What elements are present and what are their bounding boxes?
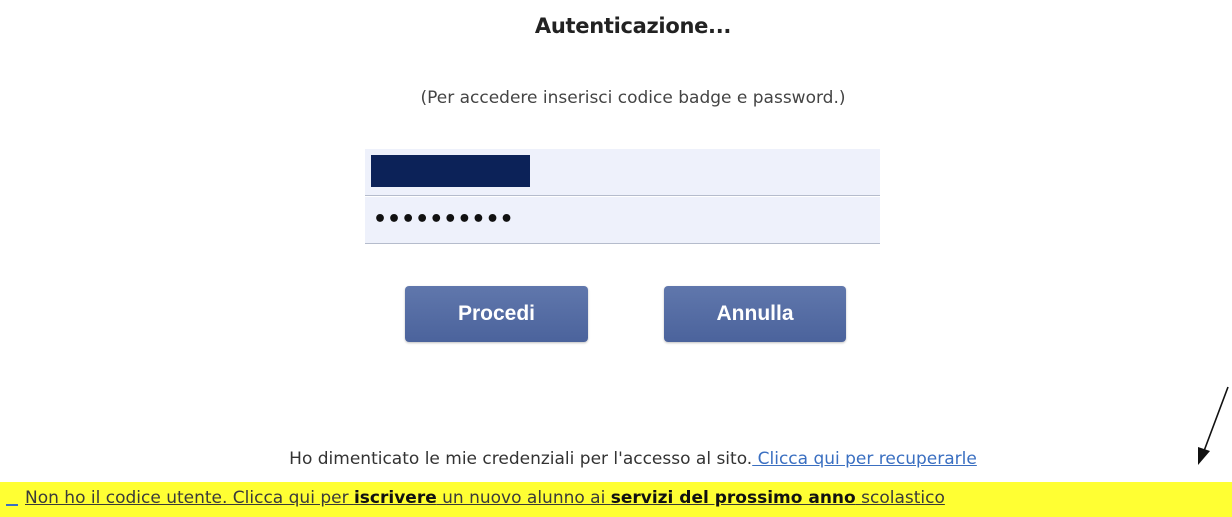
login-form: •••••••••• <box>365 149 880 244</box>
register-text-part2: un nuovo alunno ai <box>436 488 611 508</box>
login-instructions: (Per accedere inserisci codice badge e p… <box>420 88 846 108</box>
register-text-part1: Non ho il codice utente. Clicca qui per <box>25 488 354 508</box>
forgot-credentials: Ho dimenticato le mie credenziali per l'… <box>0 449 1232 469</box>
link-marker <box>6 504 18 506</box>
password-field[interactable]: •••••••••• <box>365 197 880 244</box>
forgot-text: Ho dimenticato le mie credenziali per l'… <box>289 449 753 469</box>
password-value: •••••••••• <box>373 207 514 232</box>
proceed-button[interactable]: Procedi <box>405 286 588 342</box>
register-text-bold2: servizi del prossimo anno <box>610 488 856 508</box>
username-field[interactable] <box>365 149 880 196</box>
username-redaction <box>371 155 530 187</box>
recover-credentials-link[interactable]: Clicca qui per recuperarle <box>752 449 977 469</box>
page-title: Autenticazione... <box>534 14 732 38</box>
register-text-part3: scolastico <box>855 488 945 508</box>
register-highlight: Non ho il codice utente. Clicca qui per … <box>0 482 1232 517</box>
register-new-student-link[interactable]: Non ho il codice utente. Clicca qui per … <box>25 488 945 508</box>
arrow-pointer-icon <box>1198 386 1229 465</box>
cancel-button[interactable]: Annulla <box>664 286 846 342</box>
register-text-bold1: iscrivere <box>353 488 437 508</box>
